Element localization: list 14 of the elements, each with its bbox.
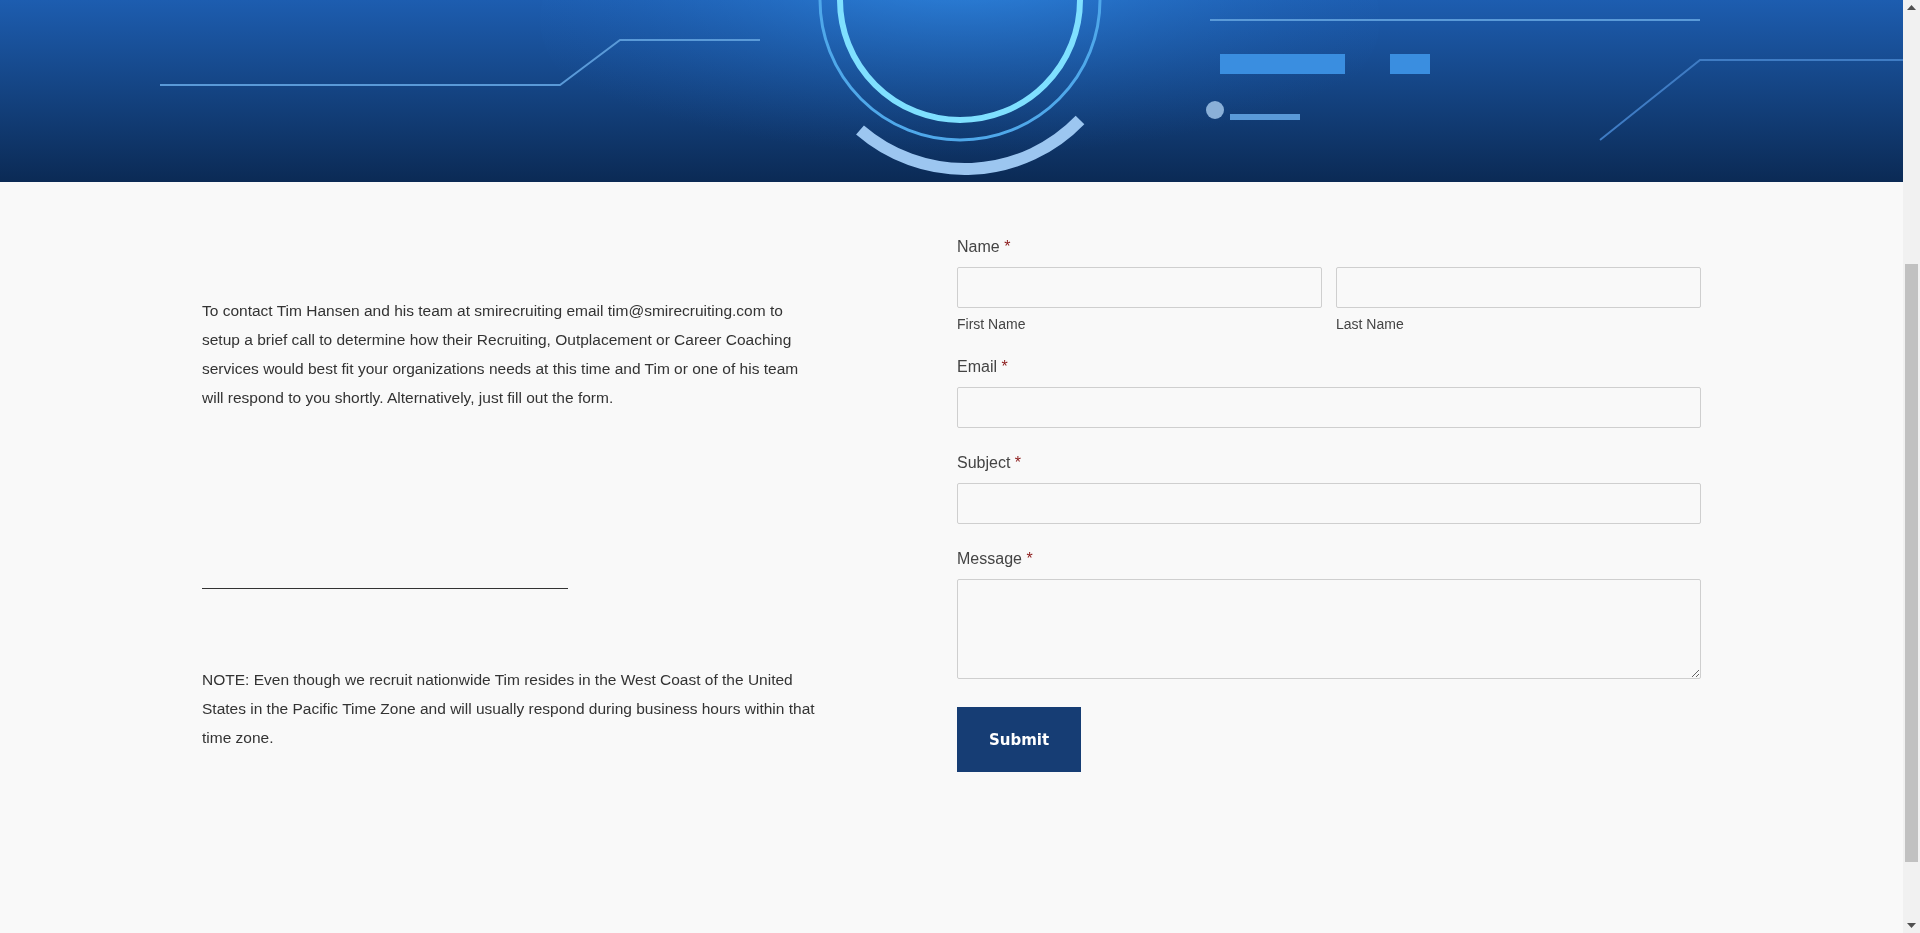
field-label: Name *: [957, 238, 1012, 256]
sub-label: First Name: [957, 316, 1027, 332]
submit-button[interactable]: Submit: [957, 707, 1081, 772]
field-label: Subject *: [957, 454, 1023, 472]
input-field[interactable]: [957, 387, 1701, 428]
message-field[interactable]: [957, 579, 1701, 679]
note-paragraph: NOTE: Even though we recruit nationwide Tim resides in the West Coast of the United States in the Pacific Time Zone and will usually respond during business hours within that time zone.: [202, 670, 816, 748]
field-label: Message *: [957, 550, 1034, 568]
field-label: Email *: [957, 358, 1009, 376]
contact-paragraph: To contact Tim Hansen and his team at smirecruiting email tim@smirecruiting.com to setup a brief call to determine how their Recruiting, Outplacement or Career Coaching services would best fit your organizations needs at this time and Tim or one of his team will respond to you shortly. Alternatively, just fill out the form.: [202, 301, 800, 408]
input-field[interactable]: [1336, 267, 1701, 308]
input-field[interactable]: [957, 267, 1322, 308]
input-field[interactable]: [957, 483, 1701, 524]
sub-label: Last Name: [1336, 316, 1405, 332]
